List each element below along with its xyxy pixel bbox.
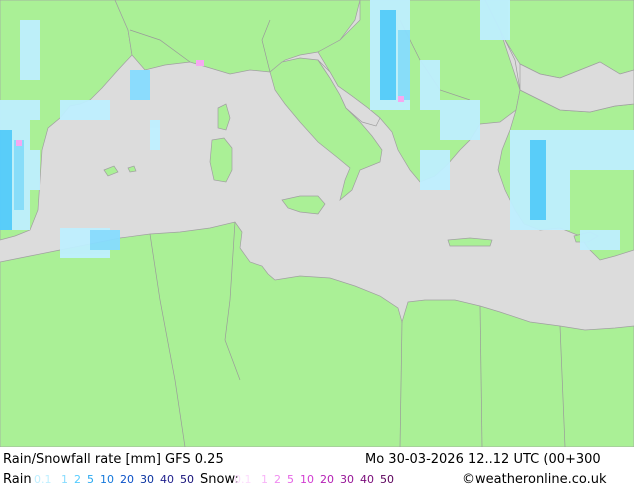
snow-legend-value: 40 xyxy=(360,473,374,486)
rain-legend-label: Rain xyxy=(3,472,32,487)
rain-legend-value: 30 xyxy=(140,473,154,486)
snow-legend-value: 10 xyxy=(300,473,314,486)
rain-legend-value: 2 xyxy=(74,473,81,486)
rain-legend-value: 1 xyxy=(61,473,68,486)
snow-legend-label: Snow: xyxy=(200,472,239,487)
snow-legend-value: 5 xyxy=(287,473,294,486)
rain-legend-value: 10 xyxy=(100,473,114,486)
rain-legend-value: 50 xyxy=(180,473,194,486)
credit-text: ©weatheronline.co.uk xyxy=(462,472,607,487)
snow-legend-value: 50 xyxy=(380,473,394,486)
map-footer: Rain/Snowfall rate [mm] GFS 0.25 Mo 30-0… xyxy=(0,447,634,490)
snow-legend-value: 20 xyxy=(320,473,334,486)
snow-legend-value: 2 xyxy=(274,473,281,486)
rain-legend-value: 0.1 xyxy=(34,473,52,486)
map-datetime: Mo 30-03-2026 12..12 UTC (00+300 xyxy=(365,452,601,467)
rain-legend-value: 40 xyxy=(160,473,174,486)
snow-legend-value: 0.1 xyxy=(234,473,252,486)
precipitation-map xyxy=(0,0,634,447)
snow-legend-value: 30 xyxy=(340,473,354,486)
snow-legend-value: 1 xyxy=(261,473,268,486)
map-title: Rain/Snowfall rate [mm] GFS 0.25 xyxy=(3,452,224,467)
rain-legend-value: 20 xyxy=(120,473,134,486)
rain-legend-value: 5 xyxy=(87,473,94,486)
